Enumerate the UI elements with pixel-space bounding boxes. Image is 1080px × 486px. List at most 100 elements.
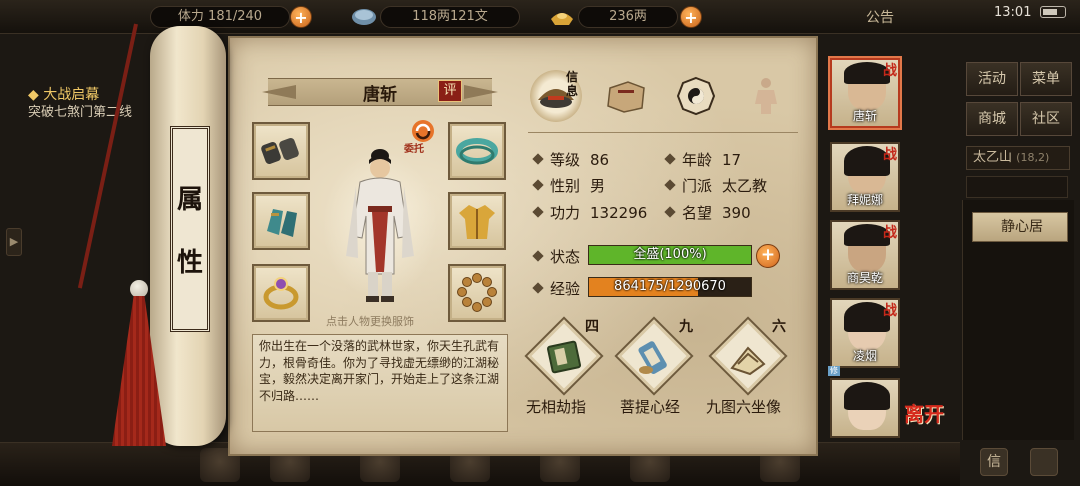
bagua-icon — [676, 76, 716, 116]
community-button[interactable]: 社区 — [1020, 102, 1072, 136]
sash-icon — [456, 138, 498, 165]
robe-icon — [459, 205, 495, 239]
power-value: 132296 — [590, 204, 648, 222]
equip-slot-beads[interactable] — [448, 264, 506, 322]
scroll-title-char-2: 性 — [176, 248, 203, 278]
status-bar: 全盛(100%) — [588, 245, 752, 265]
battle-badge: 战 — [883, 225, 897, 241]
fame-label: 名望 — [682, 204, 713, 222]
power-label: 功力 — [550, 204, 581, 222]
member-name: 商昊乾 — [846, 271, 883, 285]
level-value: 86 — [590, 151, 610, 169]
prayer-beads-icon — [457, 273, 497, 312]
exp-bar-text: 864175/1290670 — [614, 279, 726, 294]
add-silver-button[interactable]: + — [680, 6, 702, 28]
gloves-icon — [267, 209, 297, 237]
body-tab[interactable] — [740, 70, 792, 122]
member-hair — [844, 382, 890, 410]
skill-3-name: 九图六坐像 — [706, 398, 782, 416]
battle-badge: 战 — [883, 303, 897, 319]
menu-button[interactable]: 菜单 — [1020, 62, 1072, 96]
copper-counter: 118两121文 — [380, 6, 520, 28]
skill-manual-icon — [730, 346, 766, 376]
copper-coin-icon — [352, 9, 376, 25]
gender-label: 性别 — [550, 177, 581, 195]
bracers-icon — [261, 137, 299, 165]
mail-button[interactable]: 信 — [980, 448, 1008, 476]
top-resource-bar: 体力 181/240 + 118两121文 236两 + 公告 13:01 — [0, 0, 1080, 34]
battle-badge: 战 — [883, 147, 897, 163]
equip-slot-bracers[interactable] — [252, 122, 310, 180]
stat-sect: 门派 太乙教 — [664, 175, 768, 196]
tassel-cord — [77, 23, 138, 289]
equip-slot-ring[interactable] — [252, 264, 310, 322]
level-label: 等级 — [550, 151, 581, 169]
stamina-counter: 体力 181/240 — [150, 6, 290, 28]
party-member-3[interactable]: 战 商昊乾 — [830, 220, 900, 290]
equip-slot-gloves[interactable] — [252, 192, 310, 250]
quest-title-text: 大战启幕 — [43, 87, 100, 103]
age-value: 17 — [722, 151, 742, 169]
member-name: 拜妮娜 — [846, 193, 883, 207]
meridian-figure-icon — [755, 78, 777, 114]
age-label: 年龄 — [682, 151, 713, 169]
character-portrait[interactable] — [338, 146, 422, 306]
status-bar-text: 全盛(100%) — [633, 247, 707, 262]
stamina-text: 体力 181/240 — [177, 9, 263, 24]
bagua-tab[interactable] — [670, 70, 722, 122]
leave-button[interactable]: 离开 — [904, 404, 954, 424]
status-row: 状态 — [532, 246, 581, 267]
exp-bar: 864175/1290670 — [588, 277, 752, 297]
party-member-5[interactable] — [830, 378, 900, 438]
stat-power: 功力 132296 — [532, 202, 648, 223]
character-name: 唐斩 — [363, 85, 397, 105]
minimap[interactable] — [966, 176, 1068, 198]
status-label: 状态 — [550, 248, 581, 266]
equip-slot-necklace[interactable] — [448, 122, 506, 180]
training-tag: 修 — [828, 366, 840, 376]
exp-label: 经验 — [550, 280, 581, 298]
restore-status-button[interactable]: + — [756, 244, 780, 268]
fame-value: 390 — [722, 204, 751, 222]
equip-slot-robe[interactable] — [448, 192, 506, 250]
skill-1-name: 无相劫指 — [526, 398, 587, 416]
character-bio: 你出生在一个没落的武林世家，你天生孔武有力，根骨奇佳。你为了寻找虚无缥缈的江湖秘… — [252, 334, 508, 432]
current-place-button[interactable]: 静心居 — [972, 212, 1068, 242]
stat-age: 年龄 17 — [664, 149, 742, 170]
scroll-title: 属 性 — [170, 126, 210, 332]
map-tab[interactable] — [600, 70, 652, 122]
party-member-1[interactable]: 战 唐斩 — [830, 58, 900, 128]
silver-text: 236两 — [609, 9, 647, 24]
location-coords: (18,2) — [1016, 151, 1050, 164]
copper-text: 118两121文 — [412, 9, 488, 24]
stat-gender: 性别男 — [532, 175, 605, 196]
silver-counter: 236两 — [578, 6, 678, 28]
quest-tracker[interactable]: ◆ 大战启幕 突破七煞门第二线 — [28, 86, 158, 122]
member-name: 唐斩 — [852, 109, 877, 123]
stat-fame: 名望 390 — [664, 202, 751, 223]
expand-left-arrow-icon[interactable]: ▶ — [6, 228, 22, 256]
divider — [528, 132, 798, 133]
outfit-hint: 点击人物更换服饰 — [326, 315, 414, 328]
scroll-map-icon — [607, 81, 645, 113]
extra-button[interactable] — [1030, 448, 1058, 476]
skill-scroll-icon — [638, 341, 667, 375]
add-stamina-button[interactable]: + — [290, 6, 312, 28]
battery-icon — [1040, 6, 1066, 18]
stat-level: 等级 86 — [532, 149, 610, 170]
location-name: 太乙山 — [973, 150, 1013, 165]
notice-button[interactable]: 公告 — [866, 7, 894, 27]
battle-badge: 战 — [883, 63, 897, 79]
rate-button[interactable]: 评 — [438, 80, 462, 102]
location-label: 太乙山 (18,2) — [966, 146, 1070, 170]
member-name: 凌烟 — [852, 349, 877, 363]
sect-label: 门派 — [682, 177, 713, 195]
skill-book-icon — [546, 340, 582, 374]
activity-button[interactable]: 活动 — [966, 62, 1018, 96]
sect-value: 太乙教 — [722, 177, 768, 195]
party-member-4[interactable]: 战 凌烟 — [830, 298, 900, 368]
skill-2-name: 菩提心经 — [620, 398, 681, 416]
party-member-2[interactable]: 战 拜妮娜 — [830, 142, 900, 212]
shop-button[interactable]: 商城 — [966, 102, 1018, 136]
silver-ingot-icon — [551, 13, 573, 25]
